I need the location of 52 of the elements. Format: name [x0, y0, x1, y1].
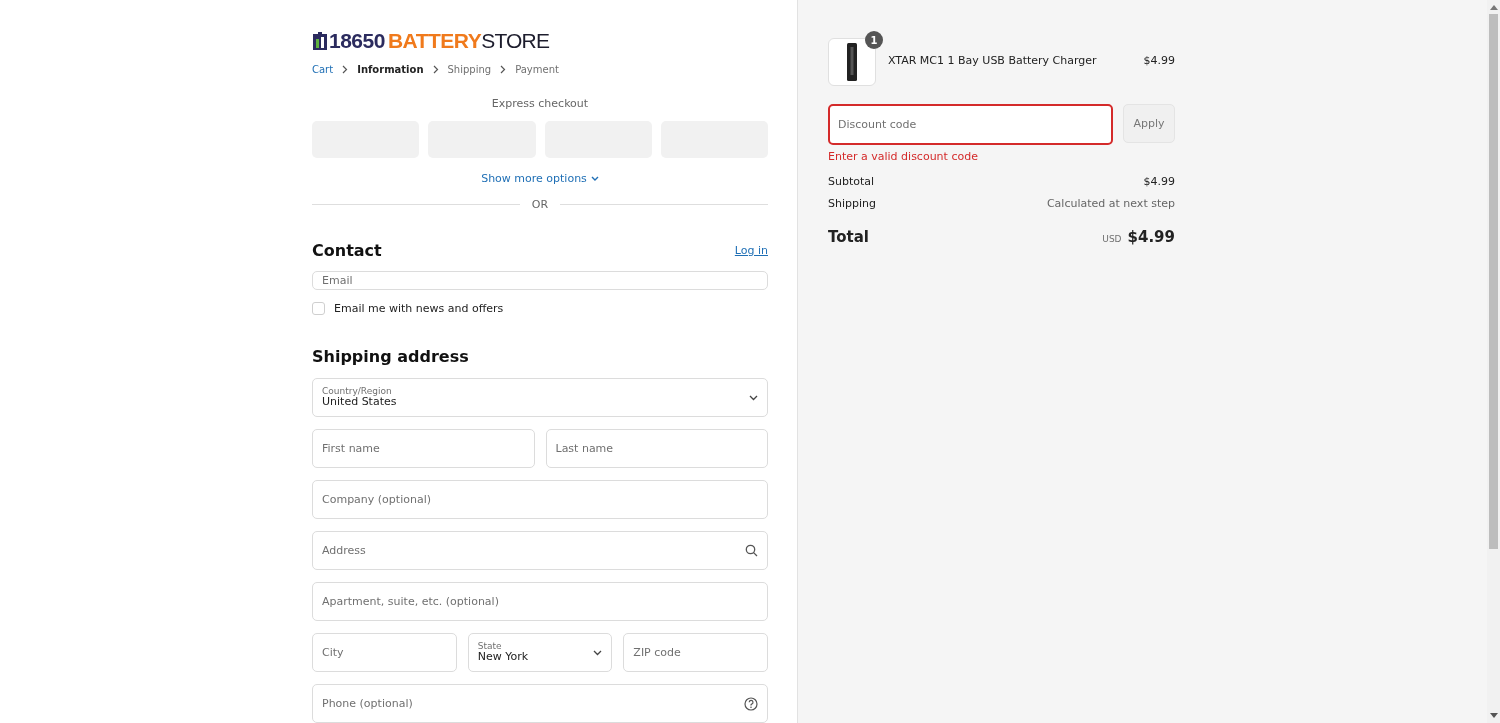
summary-value: $4.99 — [1143, 175, 1175, 188]
currency-code: USD — [1102, 234, 1122, 244]
summary-label: Shipping — [828, 197, 876, 210]
input-field[interactable]: ZIP code — [623, 633, 768, 672]
summary-value: Calculated at next step — [1046, 197, 1175, 210]
show-more-options-link[interactable]: Show more options — [481, 172, 599, 185]
breadcrumb-item: Shipping — [447, 64, 492, 75]
breadcrumb-item[interactable]: Cart — [312, 64, 334, 75]
product-name: XTAR MC1 1 Bay USB Battery Charger — [888, 53, 1098, 67]
logo-word: STORE — [481, 30, 550, 51]
checkbox-label: Email me with news and offers — [334, 302, 504, 315]
section-heading: Contact — [312, 241, 382, 260]
or-divider-text: OR — [531, 198, 549, 211]
chevron-right-icon — [500, 65, 507, 74]
express-checkout-title: Express checkout — [490, 97, 590, 110]
scroll-down-arrow-icon[interactable] — [1489, 713, 1498, 718]
product-price: $4.99 — [1143, 53, 1175, 67]
scrollbar[interactable] — [1487, 0, 1500, 723]
chevron-right-icon — [342, 65, 349, 74]
log-in-link[interactable]: Log in — [734, 244, 768, 257]
total-value: $4.99 — [1127, 228, 1175, 246]
chevron-right-icon — [432, 65, 439, 74]
apply-button[interactable]: Apply — [1123, 104, 1175, 143]
chevron-down-icon — [590, 175, 599, 182]
logo-word: BATTERY — [387, 30, 482, 51]
checkbox[interactable] — [312, 302, 325, 315]
search-icon — [745, 544, 758, 557]
address-field[interactable]: Address — [312, 531, 768, 570]
logo-number: 18650 — [329, 30, 385, 51]
chevron-down-icon — [749, 394, 758, 401]
quantity-badge: 1 — [865, 31, 883, 49]
select-field[interactable]: Country/Region United States — [312, 378, 768, 417]
chevron-down-icon — [593, 649, 603, 656]
error-message: Enter a valid discount code — [828, 150, 979, 163]
input-field[interactable]: City — [312, 633, 457, 672]
discount-code-field[interactable]: Discount code — [828, 104, 1113, 145]
phone-field[interactable]: Phone (optional) — [312, 684, 768, 723]
select-field[interactable]: State New York — [467, 633, 613, 672]
help-icon[interactable] — [744, 697, 758, 711]
input-field[interactable]: Company (optional) — [312, 480, 768, 519]
charger-icon — [847, 43, 857, 81]
input-field[interactable]: Last name — [545, 429, 768, 468]
input-field[interactable]: First name — [312, 429, 535, 468]
battery-logo-icon — [312, 31, 328, 51]
summary-label: Subtotal — [828, 175, 875, 188]
total-label: Total — [828, 228, 869, 246]
breadcrumb-item: Payment — [515, 64, 559, 75]
breadcrumb-item: Information — [357, 64, 424, 75]
scroll-up-arrow-icon[interactable] — [1489, 5, 1498, 10]
email-field[interactable]: Email — [312, 271, 768, 290]
section-heading: Shipping address — [312, 347, 470, 366]
input-field[interactable]: Apartment, suite, etc. (optional) — [312, 582, 768, 621]
